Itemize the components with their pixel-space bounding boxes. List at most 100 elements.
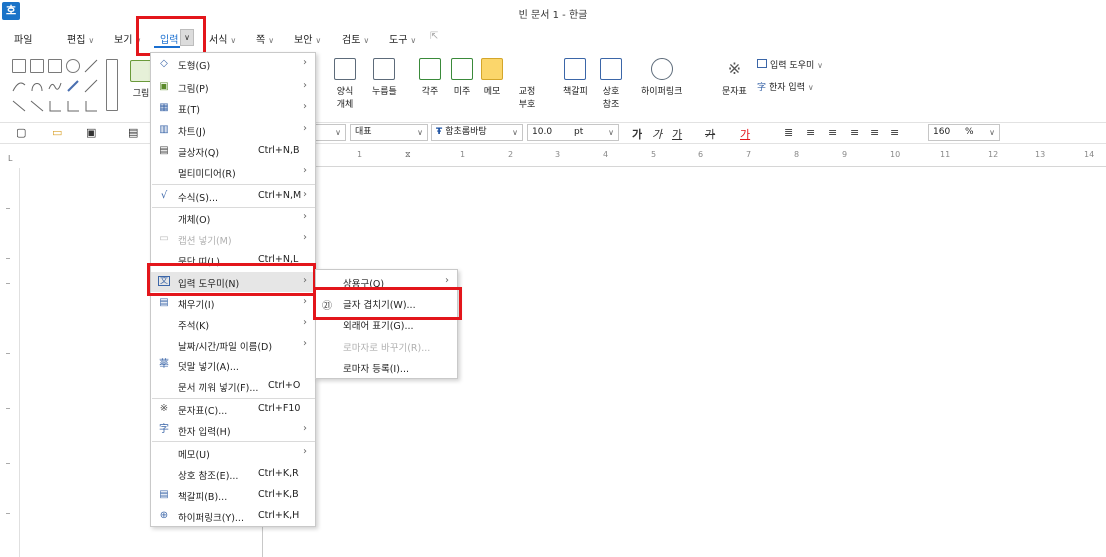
arc-icon[interactable] [30, 79, 44, 93]
shape-gallery-scroll[interactable] [106, 59, 118, 111]
connector-icon[interactable] [12, 99, 26, 113]
ribbon-pressfield-button[interactable]: 누름틀 [372, 58, 397, 97]
menu-item-hyperlink[interactable]: ⊕ 하이퍼링크(Y)... Ctrl+K,H [151, 506, 315, 526]
menu-item-bookmark[interactable]: ▤ 책갈피(B)... Ctrl+K,B [151, 485, 315, 505]
paragraph-shape-select[interactable]: ∨ [316, 124, 346, 141]
menu-item-formula[interactable]: √ 수식(S)... Ctrl+N,M › [151, 186, 315, 206]
align-justify-icon[interactable]: ≣ [784, 126, 793, 139]
print-icon[interactable]: ▤ [128, 126, 138, 139]
menu-item-caption[interactable]: ▭ 캡션 넣기(M) › [151, 229, 315, 249]
font-color-button[interactable]: 가 [740, 126, 750, 142]
menu-format[interactable]: 서식 ∨ [209, 31, 236, 46]
elbow-double-icon[interactable] [84, 99, 98, 113]
chevron-right-icon: › [303, 80, 307, 91]
menu-input-dropdown-button[interactable]: ∨ [180, 29, 194, 46]
submenu-item-overlap-chars[interactable]: ㉑ 글자 겹치기(W)... [316, 293, 457, 313]
ruler-number: 4 [603, 150, 609, 159]
font-size-select[interactable]: 10.0 pt ∨ [527, 124, 619, 141]
split-align-icon[interactable]: ≡ [890, 126, 899, 139]
ribbon-crossref-button[interactable]: 상호 참조 [600, 58, 622, 110]
input-helper-submenu: 상용구(Q) › ㉑ 글자 겹치기(W)... 외래어 표기(G)... 로마자로 … [315, 269, 458, 379]
align-left-icon[interactable]: ≡ [806, 126, 815, 139]
submenu-item-loanword[interactable]: 외래어 표기(G)... [316, 314, 457, 334]
rectangle-icon[interactable] [12, 59, 26, 73]
menu-security[interactable]: 보안 ∨ [294, 31, 321, 46]
menu-input[interactable]: 입력 [160, 31, 178, 46]
ruler-number: 9 [842, 150, 848, 159]
align-center-icon[interactable]: ≡ [828, 126, 837, 139]
ribbon-endnote-button[interactable]: 미주 [451, 58, 473, 97]
menu-item-shape[interactable]: ◇ 도형(G) › [151, 54, 315, 74]
arrow-line-icon[interactable] [84, 79, 98, 93]
menu-item-cross-reference[interactable]: 상호 참조(E)... Ctrl+K,R [151, 464, 315, 484]
line-icon[interactable] [84, 59, 98, 73]
ribbon-hanja-input-button[interactable]: 字 한자 입력 ∨ [757, 80, 814, 93]
menu-item-hanja[interactable]: 字 한자 입력(H) › [151, 420, 315, 440]
menu-item-ruby[interactable]: 蕐 덧말 넣기(A)... [151, 355, 315, 375]
elbow-arrow-icon[interactable] [66, 99, 80, 113]
menu-review[interactable]: 검토 ∨ [342, 31, 369, 46]
menu-item-memo[interactable]: 메모(U) › [151, 443, 315, 463]
menu-item-picture[interactable]: ▣ 그림(P) › [151, 77, 315, 97]
menu-item-multimedia[interactable]: 멀티미디어(R) › [151, 162, 315, 182]
horizontal-ruler[interactable]: 1 ⧖ 1 2 3 4 5 6 7 8 9 10 11 12 13 14 [263, 147, 1106, 167]
menu-item-date-time[interactable]: 날짜/시간/파일 이름(D) › [151, 335, 315, 355]
textbox-icon[interactable] [30, 59, 44, 73]
ribbon-form-button[interactable]: 양식 개체 [334, 58, 356, 110]
menu-item-object[interactable]: 개체(O) › [151, 208, 315, 228]
shape-gallery[interactable] [12, 57, 128, 113]
font-select[interactable]: Ŧ 함초롬바탕 ∨ [431, 124, 523, 141]
freeform-icon[interactable] [48, 79, 62, 93]
bold-button[interactable]: 가 [632, 126, 642, 142]
italic-button[interactable]: 가 [652, 126, 662, 142]
ruler-indent-marker[interactable]: ⧖ [405, 150, 411, 160]
elbow-connector-icon[interactable] [48, 99, 62, 113]
menu-view[interactable]: 보기 ∨ [114, 31, 141, 46]
ribbon-bookmark-button[interactable]: 책갈피 [563, 58, 588, 97]
ribbon-hyperlink-button[interactable]: 하이퍼링크 [641, 58, 682, 97]
style-select[interactable]: 대표 ∨ [350, 124, 428, 141]
ribbon-memo-button[interactable]: 메모 [481, 58, 503, 97]
align-right-icon[interactable]: ≡ [850, 126, 859, 139]
vertical-ruler[interactable] [0, 168, 20, 557]
curve-icon[interactable] [12, 79, 26, 93]
menu-item-annotation[interactable]: 주석(K) › [151, 314, 315, 334]
menu-item-paragraph-band[interactable]: 문단 띠(L) Ctrl+N,L [151, 250, 315, 270]
menu-tools[interactable]: 도구 ∨ [389, 31, 416, 46]
menu-edit[interactable]: 편집 ∨ [67, 31, 94, 46]
connector-arrow-icon[interactable] [30, 99, 44, 113]
strikethrough-button[interactable]: 가 [705, 126, 715, 142]
ribbon-charmap-button[interactable]: ※ 문자표 [722, 58, 747, 97]
pen-icon[interactable] [66, 79, 80, 93]
submenu-item-roman-register[interactable]: 로마자 등록(I)... [316, 357, 457, 377]
distribute-icon[interactable]: ≡ [870, 126, 879, 139]
circle-icon[interactable] [66, 59, 80, 73]
line-spacing-select[interactable]: 160% ∨ [928, 124, 1000, 141]
square-icon[interactable] [48, 59, 62, 73]
ribbon-footnote-button[interactable]: 각주 [419, 58, 441, 97]
save-icon[interactable]: ▣ [86, 126, 96, 139]
menu-item-textbox[interactable]: ▤ 글상자(Q) Ctrl+N,B [151, 141, 315, 161]
ribbon-toggle-icon[interactable]: ⇱ [430, 31, 438, 42]
new-document-icon[interactable]: ▢ [16, 126, 26, 139]
underline-button[interactable]: 가 [672, 126, 682, 142]
menu-item-chart[interactable]: ▥ 차트(J) › [151, 120, 315, 140]
menu-item-insert-document[interactable]: 문서 끼워 넣기(F)... Ctrl+O [151, 376, 315, 396]
menu-item-table[interactable]: ▦ 표(T) › [151, 98, 315, 118]
open-folder-icon[interactable]: ▭ [52, 126, 62, 139]
menu-file[interactable]: 파일 [14, 31, 32, 46]
cross-reference-icon [600, 58, 622, 80]
menu-item-label: 수식(S)... [178, 193, 218, 204]
submenu-item-phrase[interactable]: 상용구(Q) › [316, 272, 457, 292]
style-select-value: 대표 [355, 127, 372, 137]
ribbon-input-helper-button[interactable]: 입력 도우미 ∨ [757, 58, 823, 71]
menu-item-fill[interactable]: ▤ 채우기(I) › [151, 293, 315, 313]
menu-item-input-helper[interactable]: 文 입력 도우미(N) › [151, 272, 315, 292]
chart-icon: ▥ [159, 124, 169, 135]
menu-page[interactable]: 쪽 ∨ [256, 31, 274, 46]
menu-item-charmap[interactable]: ※ 문자표(C)... Ctrl+F10 [151, 399, 315, 419]
ruler-corner[interactable]: L [8, 154, 12, 163]
ribbon-picture-button[interactable]: 그림 [130, 60, 152, 99]
submenu-item-romanize[interactable]: 로마자로 바꾸기(R)... [316, 336, 457, 356]
ribbon-proof-button[interactable]: 교정 부호 [516, 58, 538, 110]
